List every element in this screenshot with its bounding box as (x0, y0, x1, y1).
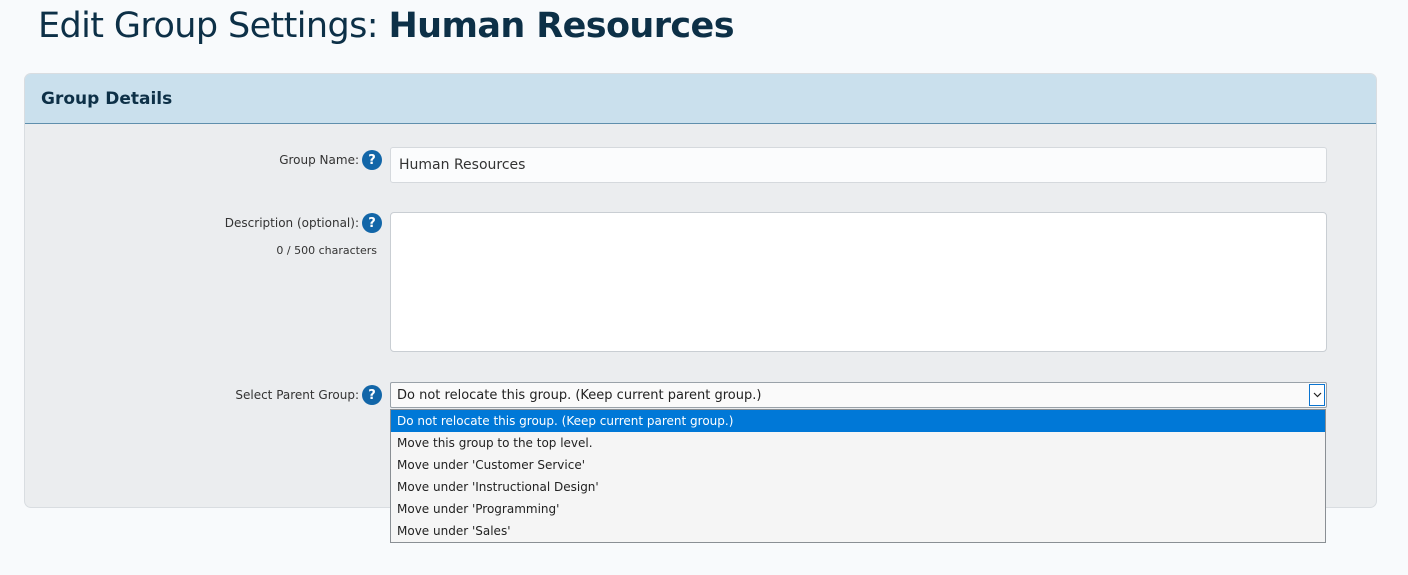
parent-group-dropdown-list: Do not relocate this group. (Keep curren… (390, 409, 1326, 543)
group-name-label: Group Name: (279, 153, 359, 167)
dropdown-option-top-level[interactable]: Move this group to the top level. (391, 432, 1325, 454)
group-name-input[interactable] (390, 147, 1327, 183)
dropdown-option-instructional-design[interactable]: Move under 'Instructional Design' (391, 476, 1325, 498)
dropdown-option-sales[interactable]: Move under 'Sales' (391, 520, 1325, 542)
description-help-icon[interactable]: ? (362, 213, 382, 233)
dropdown-option-keep-current[interactable]: Do not relocate this group. (Keep curren… (391, 410, 1325, 432)
parent-group-selected-value: Do not relocate this group. (Keep curren… (397, 387, 762, 403)
page-title-group-name: Human Resources (388, 6, 734, 46)
parent-group-select[interactable]: Do not relocate this group. (Keep curren… (390, 382, 1327, 408)
panel-header-title: Group Details (41, 88, 173, 109)
page-title-prefix: Edit Group Settings: (38, 6, 389, 46)
parent-group-label: Select Parent Group: (235, 388, 359, 402)
description-char-counter: 0 / 500 characters (276, 244, 377, 257)
dropdown-option-customer-service[interactable]: Move under 'Customer Service' (391, 454, 1325, 476)
group-name-help-icon[interactable]: ? (362, 150, 382, 170)
chevron-down-icon[interactable] (1309, 384, 1325, 406)
parent-group-help-icon[interactable]: ? (362, 385, 382, 405)
description-label: Description (optional): (224, 216, 359, 230)
description-textarea[interactable] (390, 212, 1327, 352)
dropdown-option-programming[interactable]: Move under 'Programming' (391, 498, 1325, 520)
panel-header: Group Details (25, 74, 1376, 124)
page-title: Edit Group Settings: Human Resources (38, 6, 735, 46)
